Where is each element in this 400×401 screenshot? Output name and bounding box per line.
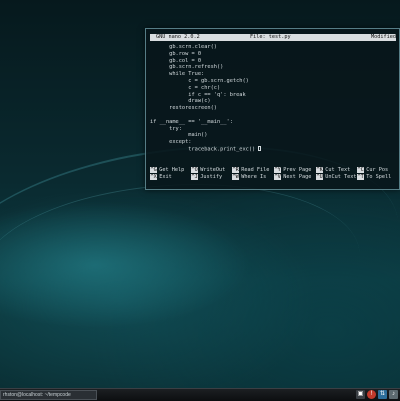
code-line: restorescreen() bbox=[150, 105, 217, 112]
shortcut-next-page[interactable]: ^V Next Page bbox=[274, 173, 311, 181]
shortcut-uncut-text[interactable]: ^U UnCut Text bbox=[316, 173, 356, 181]
text-cursor bbox=[258, 145, 262, 152]
taskbar-window-button[interactable]: rhston@localhost: ~/tempcode bbox=[0, 390, 97, 400]
code-line: c = gb.scrn.getch() bbox=[150, 77, 249, 84]
terminal-window[interactable]: GNU nano 2.0.2 File: test.py Modified gb… bbox=[145, 28, 400, 190]
taskbar: rhston@localhost: ~/tempcode ▣ ! ⇅ ♪ bbox=[0, 388, 400, 401]
system-tray: ▣ ! ⇅ ♪ bbox=[356, 390, 398, 400]
nano-title-bar: GNU nano 2.0.2 File: test.py Modified bbox=[150, 34, 396, 41]
shortcut-row: ^G Get Help ^O WriteOut ^R Read File ^Y Prev… bbox=[150, 167, 398, 174]
code-line: gb.col = 0 bbox=[150, 57, 202, 64]
shortcut-justify[interactable]: ^J Justify bbox=[191, 173, 222, 181]
code-line: if c == 'q': break bbox=[150, 91, 246, 98]
nano-filename: File: test.py bbox=[250, 34, 291, 40]
code-line: gb.scrn.clear() bbox=[150, 44, 217, 50]
shortcut-writeout[interactable]: ^O WriteOut bbox=[191, 167, 225, 174]
nano-shortcut-bar: ^G Get Help ^O WriteOut ^R Read File ^Y Prev… bbox=[150, 167, 398, 181]
code-line: except: bbox=[150, 139, 192, 146]
code-line: traceback.print_exc() bbox=[150, 146, 256, 153]
code-line: draw(c) bbox=[150, 98, 211, 105]
terminal-icon[interactable]: ▣ bbox=[356, 390, 365, 399]
shortcut-exit[interactable]: ^X Exit bbox=[150, 173, 172, 181]
code-line: try: bbox=[150, 125, 182, 132]
code-editor-area[interactable]: gb.scrn.clear() gb.row = 0 gb.col = 0 gb… bbox=[150, 44, 396, 153]
code-line: gb.scrn.refresh() bbox=[150, 64, 224, 71]
shortcut-get-help[interactable]: ^G Get Help bbox=[150, 167, 184, 174]
security-shield-icon[interactable]: ! bbox=[367, 390, 376, 399]
code-line: c = chr(c) bbox=[150, 84, 221, 91]
code-line: main() bbox=[150, 132, 208, 139]
network-icon[interactable]: ⇅ bbox=[378, 390, 387, 399]
shortcut-row: ^X Exit ^J Justify ^W Where Is ^V Next Page … bbox=[150, 173, 398, 181]
nano-version: GNU nano 2.0.2 bbox=[156, 34, 200, 40]
shortcut-cut-text[interactable]: ^K Cut Text bbox=[316, 167, 350, 174]
shortcut-where-is[interactable]: ^W Where Is bbox=[232, 173, 266, 181]
code-line: while True: bbox=[150, 71, 205, 78]
shortcut-cur-pos[interactable]: ^C Cur Pos bbox=[357, 167, 388, 174]
shortcut-prev-page[interactable]: ^Y Prev Page bbox=[274, 167, 311, 174]
nano-modified-status: Modified bbox=[371, 34, 396, 40]
volume-icon[interactable]: ♪ bbox=[389, 390, 398, 399]
code-line: if __name__ == '__main__': bbox=[150, 118, 233, 125]
shortcut-read-file[interactable]: ^R Read File bbox=[232, 167, 269, 174]
shortcut-to-spell[interactable]: ^T To Spell bbox=[357, 173, 391, 181]
code-line: gb.row = 0 bbox=[150, 50, 202, 57]
